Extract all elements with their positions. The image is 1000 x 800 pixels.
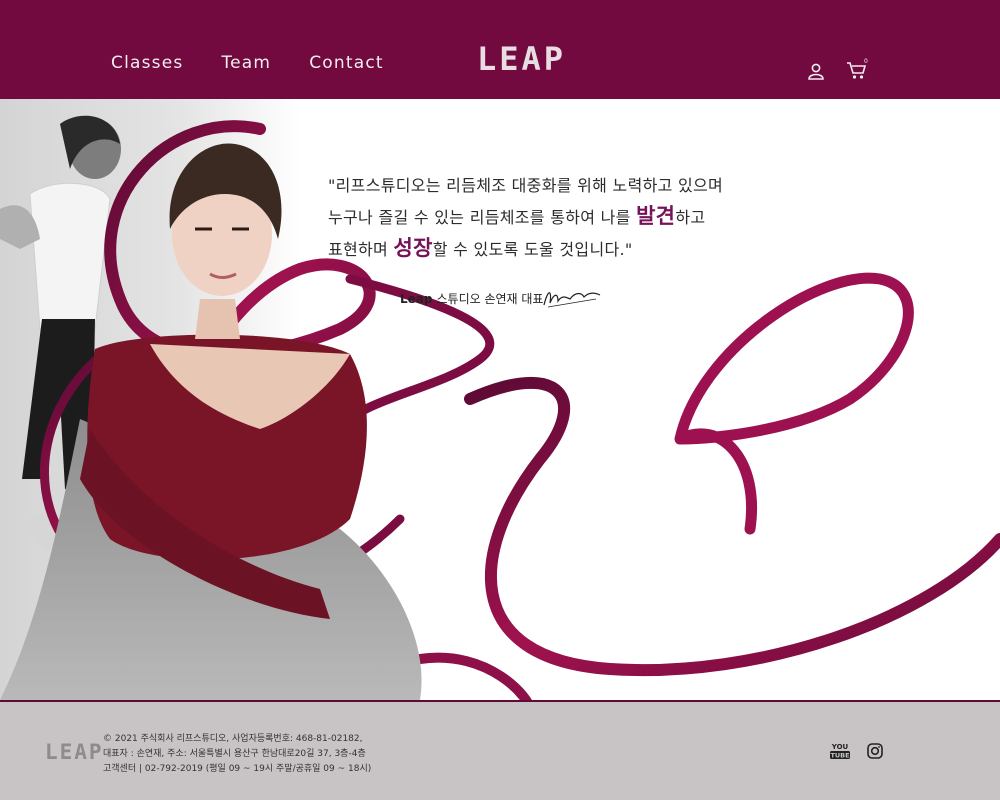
hero-section: "리프스튜디오는 리듬체조 대중화를 위해 노력하고 있으며 누구나 즐길 수 … — [0, 99, 1000, 700]
quote-line-3-part-2: 할 수 있도록 도울 것입니다." — [432, 240, 633, 259]
svg-text:YOU: YOU — [831, 743, 849, 751]
quote-attribution: Leap 스튜디오 손연재 대표 — [400, 290, 543, 307]
quote-line-1: "리프스튜디오는 리듬체조 대중화를 위해 노력하고 있으며 — [328, 176, 724, 195]
site-logo[interactable]: LEAP — [477, 40, 566, 78]
quote-line-2: 누구나 즐길 수 있는 리듬체조를 통하여 나를 발견하고 — [328, 201, 788, 233]
quote-line-3-part-1: 표현하며 — [328, 240, 394, 259]
user-icon[interactable] — [806, 62, 826, 80]
company-info-line-1: © 2021 주식회사 리프스튜디오, 사업자등록번호: 468-81-0218… — [103, 734, 363, 744]
quote-emphasis-discover: 발견 — [636, 204, 676, 228]
quote-line-2-part-2: 하고 — [675, 208, 706, 227]
footer-logo[interactable]: LEAP — [45, 740, 104, 764]
nav-classes[interactable]: Classes — [111, 53, 183, 73]
site-header: Classes Team Contact LEAP 0 — [0, 0, 1000, 99]
youtube-icon[interactable]: YOU TUBE — [829, 742, 851, 760]
attribution-brand: Leap — [400, 291, 433, 306]
cart-icon[interactable]: 0 — [846, 58, 870, 80]
quote-line-2-part-1: 누구나 즐길 수 있는 리듬체조를 통하여 나를 — [328, 208, 637, 227]
nav-contact[interactable]: Contact — [309, 53, 384, 73]
site-footer: LEAP © 2021 주식회사 리프스튜디오, 사업자등록번호: 468-81… — [0, 700, 1000, 800]
nav-team[interactable]: Team — [221, 53, 271, 73]
quote-line-3: 표현하며 성장할 수 있도록 도울 것입니다." — [328, 233, 788, 265]
main-nav: Classes Team Contact — [111, 53, 384, 73]
instagram-icon[interactable] — [867, 743, 883, 759]
founder-quote: "리프스튜디오는 리듬체조 대중화를 위해 노력하고 있으며 누구나 즐길 수 … — [328, 170, 788, 265]
svg-text:TUBE: TUBE — [830, 752, 849, 760]
signature-image — [543, 292, 601, 308]
cart-count: 0 — [864, 58, 868, 65]
company-info-line-3: 고객센터 | 02-792-2019 (평일 09 ~ 19시 주말/공휴일 0… — [103, 764, 372, 774]
quote-emphasis-grow: 성장 — [393, 236, 433, 260]
company-info-line-2: 대표자 : 손연재, 주소: 서울특별시 용산구 한남대로20길 37, 3층-… — [103, 749, 366, 759]
attribution-title: 스튜디오 손연재 대표 — [436, 292, 544, 306]
company-info: © 2021 주식회사 리프스튜디오, 사업자등록번호: 468-81-0218… — [103, 732, 371, 777]
